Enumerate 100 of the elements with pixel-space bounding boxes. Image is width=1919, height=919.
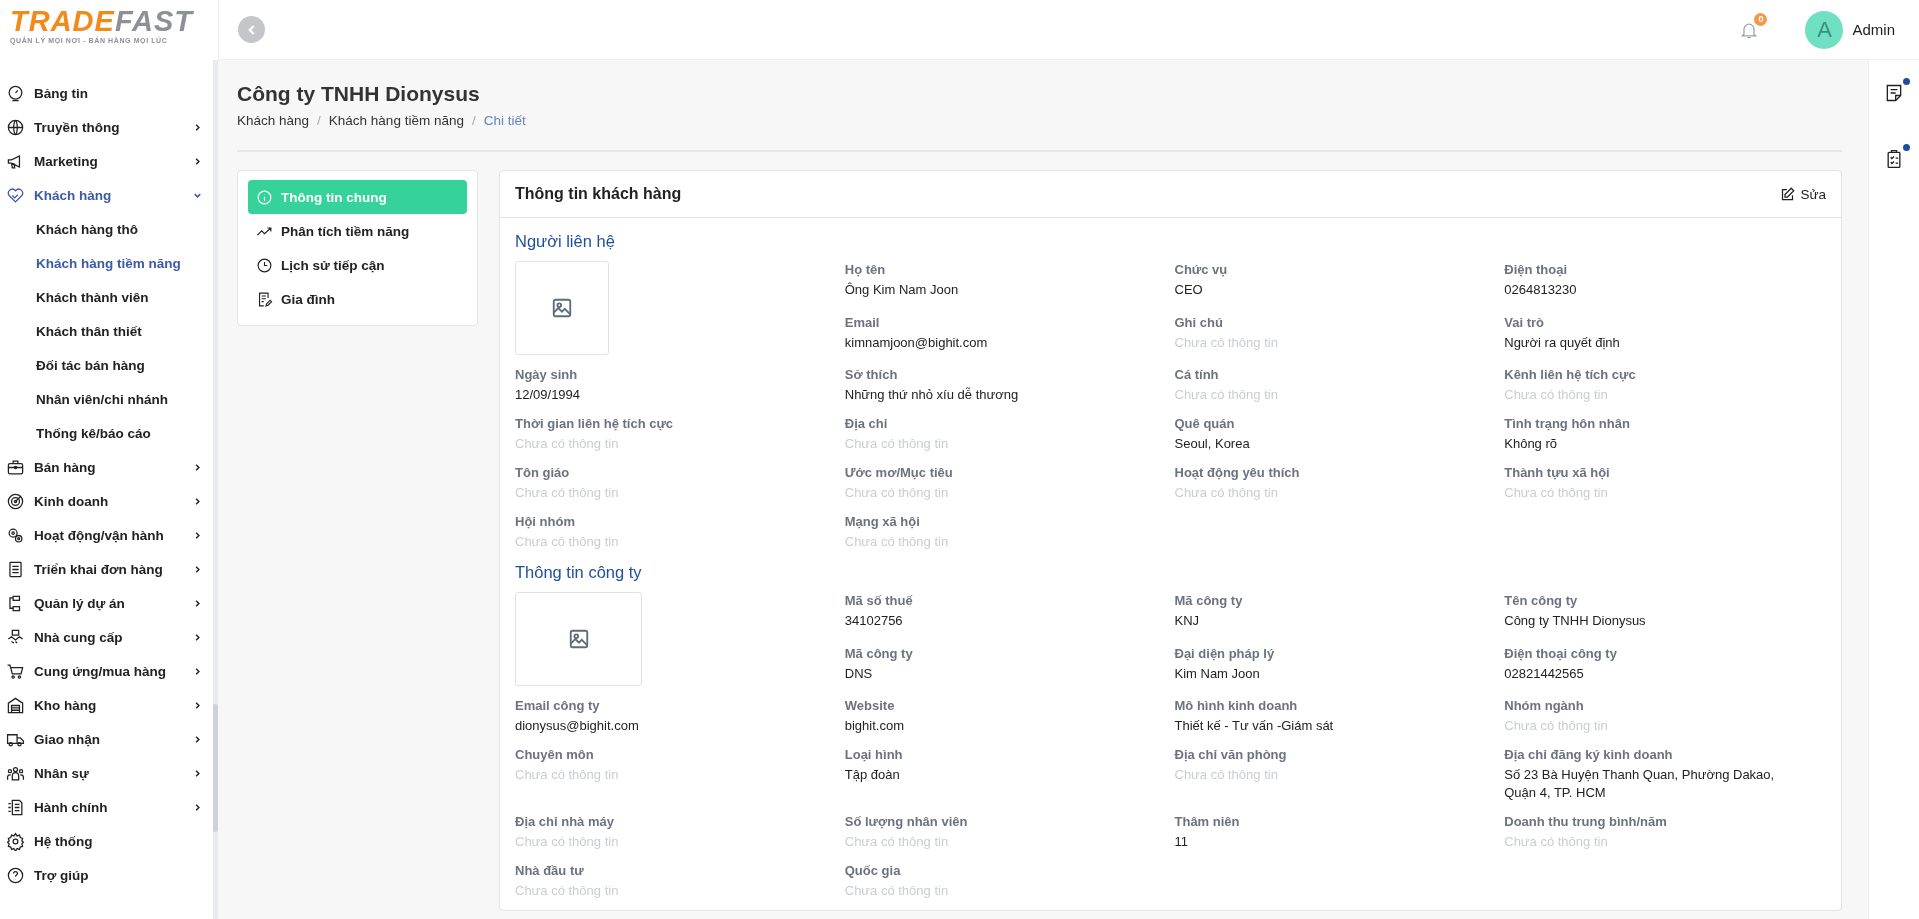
heart-handshake-icon bbox=[6, 185, 25, 205]
card-title: Thông tin khách hàng bbox=[515, 185, 682, 203]
sidebar-item[interactable]: Bán hàng bbox=[0, 450, 213, 484]
sidebar-item[interactable]: Khách hàng bbox=[0, 178, 213, 212]
gauge-icon bbox=[6, 83, 25, 103]
tab[interactable]: Phân tích tiềm năng bbox=[248, 214, 467, 248]
breadcrumb-separator: / bbox=[471, 112, 476, 130]
field-label: Chuyên môn bbox=[515, 746, 595, 764]
edit-button[interactable]: Sửa bbox=[1780, 184, 1826, 204]
field-label: Tên công ty bbox=[1504, 592, 1579, 610]
field-label: Mã công ty bbox=[1174, 592, 1244, 610]
field-label: Mạng xã hội bbox=[844, 513, 921, 531]
sidebar-item[interactable]: Marketing bbox=[0, 144, 213, 178]
field-label: Sở thích bbox=[844, 366, 899, 384]
sidebar-subitem[interactable]: Khách thân thiết bbox=[0, 314, 213, 348]
sidebar-subitem[interactable]: Khách thành viên bbox=[0, 280, 213, 314]
sidebar-item[interactable]: Nhân sự bbox=[0, 756, 213, 790]
field-label: Điện thoại công ty bbox=[1504, 644, 1618, 663]
field-value: 11 bbox=[1174, 833, 1189, 851]
handshake-box-icon bbox=[6, 627, 25, 647]
field-value: 02821442565 bbox=[1504, 664, 1585, 683]
field-label: Nhà đầu tư bbox=[515, 862, 585, 880]
target-icon bbox=[6, 491, 25, 511]
field-value: Ông Kim Nam Joon bbox=[844, 281, 960, 299]
sidebar-item[interactable]: Hành chính bbox=[0, 790, 213, 824]
field-value: bighit.com bbox=[844, 717, 905, 735]
sidebar-item[interactable]: Kho hàng bbox=[0, 688, 213, 722]
sidebar-item[interactable]: Quản lý dự án bbox=[0, 586, 213, 620]
field-label: Vai trò bbox=[1504, 313, 1545, 332]
field-value: kimnamjoon@bighit.com bbox=[844, 333, 989, 352]
settings-icon bbox=[6, 831, 25, 851]
info-icon bbox=[256, 188, 273, 206]
field-label: Thời gian liên hệ tích cực bbox=[515, 415, 675, 433]
field-value: Thiết kế - Tư vấn -Giám sát bbox=[1174, 717, 1335, 735]
field-label: Mã công ty bbox=[844, 644, 914, 663]
field-label: Loại hình bbox=[844, 746, 904, 764]
sidebar-subitem[interactable]: Thống kê/báo cáo bbox=[0, 416, 213, 450]
sidebar-item[interactable]: Truyền thông bbox=[0, 110, 213, 144]
sidebar-item[interactable]: Trợ giúp bbox=[0, 858, 213, 892]
field-value: 12/09/1994 bbox=[515, 386, 582, 404]
field-value: Seoul, Korea bbox=[1174, 435, 1251, 453]
field-label: Kênh liên hệ tích cực bbox=[1504, 366, 1637, 384]
field-value: Những thứ nhỏ xíu dễ thương bbox=[844, 386, 1020, 404]
field-label: Tôn giáo bbox=[515, 464, 571, 482]
field-value: Kim Nam Joon bbox=[1174, 664, 1261, 683]
user-name[interactable]: Admin bbox=[1852, 21, 1895, 38]
field-label: Hoạt động yêu thích bbox=[1174, 464, 1301, 482]
back-button[interactable] bbox=[238, 16, 265, 43]
tab[interactable]: Gia đình bbox=[248, 282, 467, 316]
field-value: Không rõ bbox=[1504, 435, 1558, 453]
field-value: 34102756 bbox=[844, 612, 904, 630]
field-value: KNJ bbox=[1174, 612, 1201, 630]
sidebar-item[interactable]: Kinh doanh bbox=[0, 484, 213, 518]
sidebar-item[interactable]: Hệ thống bbox=[0, 824, 213, 858]
warehouse-icon bbox=[6, 695, 25, 715]
field-label: Họ tên bbox=[844, 261, 887, 279]
field-label: Chức vụ bbox=[1174, 261, 1229, 279]
sidebar-subitem[interactable]: Đối tác bán hàng bbox=[0, 348, 213, 382]
sidebar-item[interactable]: Bảng tin bbox=[0, 76, 213, 110]
logo-wordmark: TRADEFAST bbox=[10, 8, 193, 34]
sidebar-item[interactable]: Nhà cung cấp bbox=[0, 620, 213, 654]
field-label: Ước mơ/Mục tiêu bbox=[844, 464, 954, 482]
breadcrumb-link[interactable]: Chi tiết bbox=[483, 112, 526, 130]
section-title: Thông tin công ty bbox=[515, 562, 643, 583]
sidebar-item[interactable]: Giao nhận bbox=[0, 722, 213, 756]
tab[interactable]: Lịch sử tiếp cận bbox=[248, 248, 467, 282]
image-icon bbox=[567, 628, 590, 650]
field-label: Số lượng nhân viên bbox=[844, 813, 969, 831]
sidebar-subitem[interactable]: Khách hàng thô bbox=[0, 212, 213, 246]
field-label: Quê quán bbox=[1174, 415, 1236, 433]
breadcrumb-link[interactable]: Khách hàng bbox=[237, 112, 310, 130]
note-icon[interactable] bbox=[1884, 82, 1904, 104]
page-title: Công ty TNHH Dionysus bbox=[237, 81, 481, 107]
field-value: dionysus@bighit.com bbox=[515, 717, 640, 735]
clipboard-list-icon bbox=[6, 559, 25, 579]
field-label: Ngày sinh bbox=[515, 366, 579, 384]
document-edit-icon bbox=[256, 290, 273, 308]
field-label: Website bbox=[844, 697, 896, 715]
sidebar-item[interactable]: Cung ứng/mua hàng bbox=[0, 654, 213, 688]
field-label: Thâm niên bbox=[1174, 813, 1241, 831]
field-label: Điện thoại bbox=[1504, 261, 1569, 279]
field-label: Email bbox=[844, 313, 881, 332]
sidebar-subitem[interactable]: Nhân viên/chi nhánh bbox=[0, 382, 213, 416]
field-label: Email công ty bbox=[515, 697, 601, 715]
clock-icon bbox=[256, 256, 273, 274]
field-label: Cá tính bbox=[1174, 366, 1220, 384]
scrollbar-thumb[interactable] bbox=[213, 704, 218, 832]
field-value: Công ty TNHH Dionysus bbox=[1504, 612, 1647, 630]
field-label: Mã số thuế bbox=[844, 592, 914, 610]
field-label: Địa chỉ đăng ký kinh doanh bbox=[1504, 746, 1674, 764]
breadcrumb-link[interactable]: Khách hàng tiềm năng bbox=[328, 112, 464, 130]
sidebar-subitem[interactable]: Khách hàng tiềm năng bbox=[0, 246, 213, 280]
field-label: Địa chỉ nhà máy bbox=[515, 813, 615, 831]
field-value: DNS bbox=[844, 664, 874, 683]
section-title: Người liên hệ bbox=[515, 231, 616, 252]
field-value: CEO bbox=[1174, 281, 1204, 299]
sidebar-item[interactable]: Hoạt động/vận hành bbox=[0, 518, 213, 552]
sidebar-item[interactable]: Triển khai đơn hàng bbox=[0, 552, 213, 586]
breadcrumb-separator: / bbox=[317, 112, 321, 130]
field-value: Người ra quyết định bbox=[1504, 333, 1621, 352]
